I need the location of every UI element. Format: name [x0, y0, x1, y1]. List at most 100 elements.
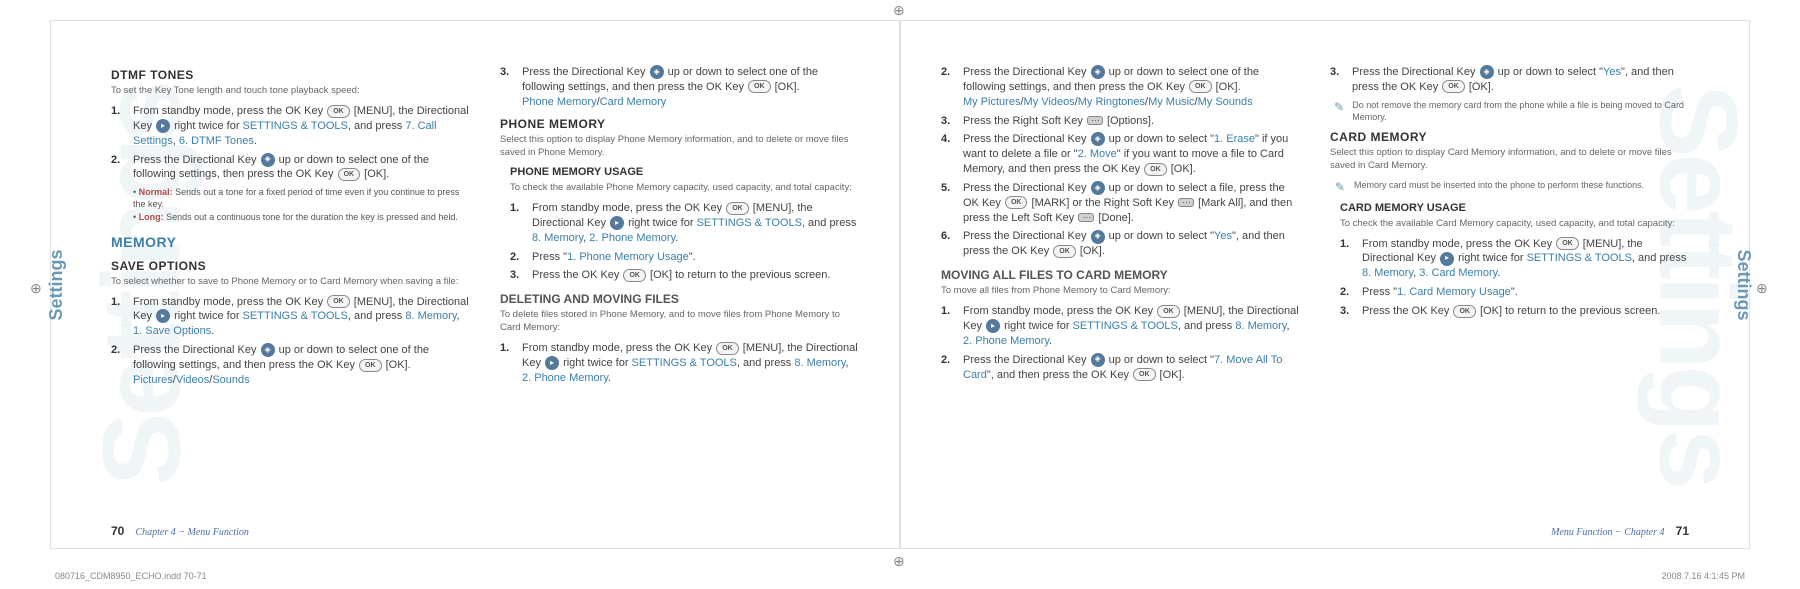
- link: 8. Memory: [794, 357, 845, 369]
- label: Normal:: [139, 187, 173, 197]
- option: My Ringtones: [1078, 96, 1145, 108]
- link: 8. Memory: [405, 310, 456, 322]
- directional-key-icon: ▸: [610, 216, 624, 230]
- link: SETTINGS & TOOLS: [1527, 252, 1632, 264]
- directional-key-icon: ▸: [545, 356, 559, 370]
- registration-mark-icon: [1756, 280, 1770, 294]
- text: .: [1049, 335, 1052, 347]
- text: .: [1497, 267, 1500, 279]
- step: Press the OK Key OK [OK] to return to th…: [510, 268, 859, 283]
- text: From standby mode, press the OK Key: [532, 202, 725, 214]
- note-text: Do not remove the memory card from the p…: [1352, 99, 1689, 123]
- text: Press the Directional Key: [963, 182, 1090, 194]
- ok-key-icon: OK: [1556, 237, 1579, 250]
- text: Press ": [1362, 286, 1397, 298]
- text: , and press: [802, 217, 856, 229]
- heading-save-options: SAVE OPTIONS: [111, 258, 470, 274]
- text: up or down to select ": [1106, 230, 1214, 242]
- soft-key-icon: [1178, 198, 1194, 207]
- text: right twice for: [1001, 320, 1073, 332]
- text: [Done].: [1095, 212, 1134, 224]
- text: [OK] to return to the previous screen.: [1477, 305, 1660, 317]
- text: right twice for: [171, 310, 243, 322]
- link: SETTINGS & TOOLS: [1073, 320, 1178, 332]
- option: My Videos: [1024, 96, 1075, 108]
- desc: Select this option to display Card Memor…: [1330, 147, 1689, 173]
- heading-usage: PHONE MEMORY USAGE: [510, 165, 859, 180]
- link: 1. Card Memory Usage: [1397, 286, 1511, 298]
- text: right twice for: [560, 357, 632, 369]
- heading-card-usage: CARD MEMORY USAGE: [1340, 201, 1689, 216]
- link: 2. Phone Memory: [589, 232, 675, 244]
- option: Sounds: [212, 374, 249, 386]
- step: Press the Directional Key ◈ up or down t…: [941, 181, 1300, 226]
- step: Press "1. Phone Memory Usage".: [510, 250, 859, 265]
- soft-key-icon: [1087, 116, 1103, 125]
- note-text: Memory card must be inserted into the ph…: [1354, 179, 1644, 195]
- text: [OK].: [1168, 163, 1196, 175]
- option: Card Memory: [600, 96, 667, 108]
- step: From standby mode, press the OK Key OK […: [510, 201, 859, 246]
- desc: To delete files stored in Phone Memory, …: [500, 309, 859, 335]
- ok-key-icon: OK: [1144, 163, 1167, 176]
- directional-key-icon: ▸: [156, 119, 170, 133]
- ok-key-icon: OK: [338, 168, 361, 181]
- link: 8. Memory: [1235, 320, 1286, 332]
- page-number: 70: [111, 524, 124, 538]
- text: ,: [457, 310, 460, 322]
- heading-phone-memory: PHONE MEMORY: [500, 116, 859, 132]
- step: Press the Directional Key ◈ up or down t…: [941, 65, 1300, 110]
- soft-key-icon: [1078, 213, 1094, 222]
- link: 1. Phone Memory Usage: [567, 251, 689, 263]
- text: , and press: [1632, 252, 1686, 264]
- step: Press the Directional Key ◈ up or down t…: [1330, 65, 1689, 95]
- directional-key-icon: ▸: [1440, 252, 1454, 266]
- ok-key-icon: OK: [1005, 196, 1028, 209]
- right-page: Settings Settings Press the Directional …: [900, 20, 1750, 549]
- link: 1. Erase: [1214, 133, 1255, 145]
- step: Press the Directional Key ◈ up or down t…: [111, 343, 470, 388]
- directional-key-icon: ◈: [1091, 181, 1105, 195]
- directional-key-icon: ◈: [1480, 65, 1494, 79]
- directional-key-icon: ◈: [1091, 132, 1105, 146]
- usage-steps: From standby mode, press the OK Key OK […: [510, 201, 859, 283]
- ok-key-icon: OK: [327, 105, 350, 118]
- chapter-label: Menu Function − Chapter 4: [1551, 527, 1664, 538]
- text: [MARK] or the Right Soft Key: [1028, 197, 1177, 209]
- link: 8. Memory: [1362, 267, 1413, 279]
- side-tab: Settings: [1733, 249, 1754, 320]
- text: Press the Directional Key: [963, 66, 1090, 78]
- text: ".: [689, 251, 696, 263]
- moveall-steps: From standby mode, press the OK Key OK […: [941, 304, 1300, 382]
- left-col-1: DTMF TONES To set the Key Tone length an…: [111, 61, 470, 518]
- text: right twice for: [625, 217, 697, 229]
- left-page: Settings Settings DTMF TONES To set the …: [50, 20, 900, 549]
- dtmf-steps: From standby mode, press the OK Key OK […: [111, 104, 470, 182]
- note-icon: ✎: [1330, 179, 1350, 195]
- desc: To check the available Phone Memory capa…: [510, 182, 859, 195]
- cardusage-steps: From standby mode, press the OK Key OK […: [1340, 237, 1689, 319]
- label: Long:: [139, 212, 164, 222]
- bullets: • Normal: Sends out a tone for a fixed p…: [133, 186, 470, 222]
- link: 6. DTMF Tones: [179, 135, 254, 147]
- text: up or down to select ": [1495, 66, 1603, 78]
- text: From standby mode, press the OK Key: [963, 305, 1156, 317]
- imprint-timestamp: 2008.7.16 4:1:45 PM: [1661, 571, 1745, 581]
- text: [OK].: [1157, 369, 1185, 381]
- text: Sends out a continuous tone for the dura…: [164, 212, 458, 222]
- text: ", and then press the OK Key: [987, 369, 1132, 381]
- text: Press the Directional Key: [522, 66, 649, 78]
- option: My Music: [1148, 96, 1194, 108]
- cont-steps: Press the Directional Key ◈ up or down t…: [941, 65, 1300, 259]
- text: Press the Directional Key: [133, 344, 260, 356]
- heading-dtmf: DTMF TONES: [111, 67, 470, 83]
- delmove-steps: From standby mode, press the OK Key OK […: [500, 341, 859, 386]
- option: Videos: [176, 374, 209, 386]
- text: Press the Directional Key: [963, 230, 1090, 242]
- text: .: [675, 232, 678, 244]
- heading-moveall: MOVING ALL FILES TO CARD MEMORY: [941, 267, 1300, 283]
- cont-steps: Press the Directional Key ◈ up or down t…: [500, 65, 859, 110]
- link: SETTINGS & TOOLS: [243, 120, 348, 132]
- desc: To select whether to save to Phone Memor…: [111, 276, 470, 289]
- footer-left: 70 Chapter 4 − Menu Function: [111, 524, 249, 538]
